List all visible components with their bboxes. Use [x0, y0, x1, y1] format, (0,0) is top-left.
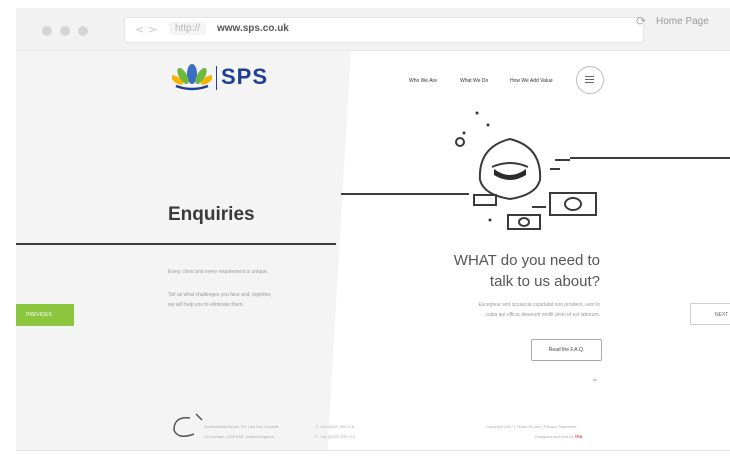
address-bar[interactable]: < > http:// www.sps.co.uk [124, 17, 644, 43]
window-close-dot[interactable] [42, 26, 52, 36]
intro-line-2: Tell us what challenges you face and, to… [168, 292, 272, 298]
previous-button[interactable]: PREVIOUS [16, 304, 74, 326]
nav-how-we-add-value[interactable]: How We Add Value [510, 78, 553, 84]
menu-button[interactable] [576, 66, 604, 94]
footer-phone: T: +44 (0)207 000 176 [315, 424, 355, 429]
heading-line-2: talk to us about? [489, 273, 600, 290]
nav-who-we-are[interactable]: Who We Are [409, 78, 437, 84]
nav-what-we-do[interactable]: What We Do [460, 78, 488, 84]
left-panel [16, 51, 351, 450]
home-page-link[interactable]: Home Page [656, 16, 709, 27]
url-domain: www.sps.co.uk [217, 23, 289, 34]
divider-middle [341, 193, 469, 195]
intro-line-1: Every client and every requirement is un… [168, 269, 269, 275]
window-minimize-dot[interactable] [60, 26, 70, 36]
browser-toolbar: < > http:// www.sps.co.uk ⟳ Home Page [16, 8, 730, 51]
divider-right [570, 157, 730, 159]
body-text-1: Excepteur sint occaecat cupidatat non pr… [478, 302, 600, 308]
hacker-illustration-icon [455, 111, 597, 230]
footer-logo-icon [173, 413, 203, 437]
sps-logo-icon [172, 64, 212, 91]
divider-left [16, 243, 336, 245]
back-forward-icon[interactable]: < > [135, 23, 157, 36]
footer-address-2: Co Durham, DH8 6TB, United Kingdom [204, 434, 274, 439]
intro-line-3: we will help you to eliminate them. [168, 302, 244, 308]
footer-fax: F: +44 (0)207 000 174 [315, 434, 355, 439]
next-button[interactable]: NEXT [690, 303, 730, 325]
footer-address-1: Northumbria House, Pic | Ind Est, Conset… [204, 424, 280, 429]
footer-legal-links[interactable]: Copyright 2017 | Terms Of Use | Privacy … [486, 424, 576, 429]
body-text-2: culpa qui officia deserunt mollit anim i… [485, 312, 600, 318]
read-faq-button[interactable]: Read the F.A.Q. [531, 339, 602, 361]
url-scheme: http:// [169, 22, 207, 35]
page-title: Enquiries [168, 204, 255, 225]
footer-credit-text: Designed and built by [535, 434, 574, 439]
reload-icon[interactable]: ⟳ [636, 14, 646, 28]
chevron-down-icon[interactable]: ⌄ [591, 374, 599, 384]
window-maximize-dot[interactable] [78, 26, 88, 36]
logo-divider [216, 66, 217, 90]
designer-name[interactable]: TPA [575, 434, 583, 439]
brand-name: SPS [221, 64, 269, 89]
heading-line-1: WHAT do you need to [453, 252, 600, 269]
footer-credit: Designed and built by TPA [535, 434, 582, 439]
